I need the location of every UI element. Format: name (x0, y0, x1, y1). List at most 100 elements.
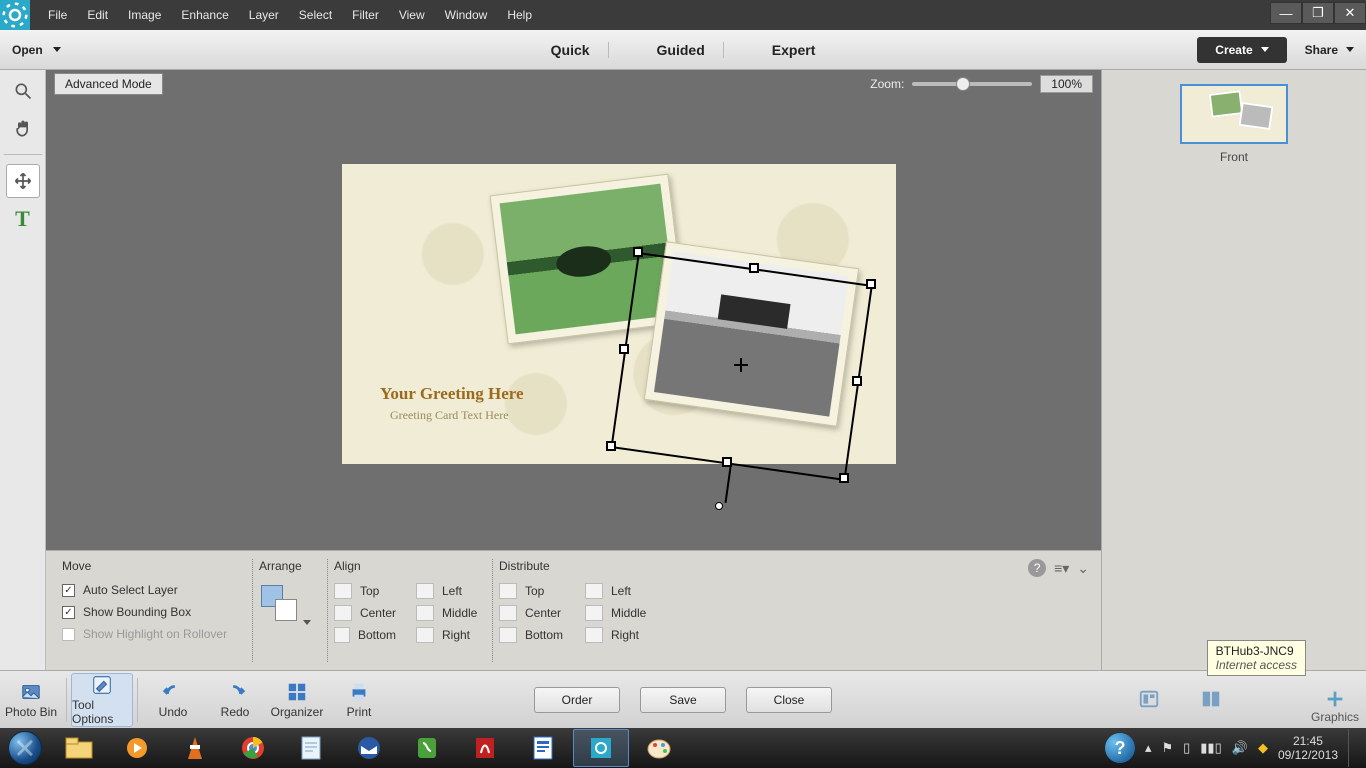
create-label: Create (1215, 43, 1252, 57)
action-bar: Photo Bin Tool Options Undo Redo Organiz… (0, 670, 1366, 728)
menu-select[interactable]: Select (299, 8, 332, 22)
move-tool[interactable] (6, 164, 40, 198)
handle-tr[interactable] (866, 279, 876, 289)
close-doc-button[interactable]: Close (746, 687, 832, 713)
menu-view[interactable]: View (399, 8, 425, 22)
sync-icon[interactable]: ◆ (1258, 740, 1268, 756)
handle-bl[interactable] (606, 441, 616, 451)
rotate-handle[interactable] (715, 502, 723, 510)
align-left[interactable]: Left (416, 583, 478, 599)
page-thumbnail-label: Front (1220, 150, 1248, 164)
menu-enhance[interactable]: Enhance (181, 8, 228, 22)
taskbar-acrobat[interactable] (457, 729, 513, 767)
zoom-value[interactable]: 100% (1040, 75, 1093, 93)
zoom-tool[interactable] (6, 74, 40, 108)
handle-mr[interactable] (852, 376, 862, 386)
handle-tl[interactable] (633, 247, 643, 257)
taskbar-vlc[interactable] (167, 729, 223, 767)
taskbar-chrome[interactable] (225, 729, 281, 767)
align-top[interactable]: Top (334, 583, 396, 599)
create-button[interactable]: Create (1197, 37, 1286, 63)
start-button[interactable] (0, 728, 50, 768)
handle-tm[interactable] (749, 263, 759, 273)
canvas-area: Advanced Mode Zoom: 100% Your Greeting H… (46, 70, 1101, 670)
advanced-mode-button[interactable]: Advanced Mode (54, 73, 163, 95)
menu-layer[interactable]: Layer (249, 8, 279, 22)
save-button[interactable]: Save (640, 687, 726, 713)
help-icon[interactable]: ? (1028, 559, 1046, 577)
align-section-title: Align (334, 559, 396, 573)
clock-date: 09/12/2013 (1278, 748, 1338, 762)
align-center-h[interactable]: Center (334, 605, 396, 621)
distribute-center-h[interactable]: Center (499, 605, 565, 621)
clock[interactable]: 21:45 09/12/2013 (1278, 734, 1338, 763)
order-button[interactable]: Order (534, 687, 620, 713)
zoom-slider-thumb[interactable] (956, 77, 970, 91)
close-button[interactable]: ✕ (1334, 2, 1366, 24)
page-thumbnail-front[interactable] (1180, 84, 1288, 144)
taskbar-evernote[interactable] (399, 729, 455, 767)
menu-window[interactable]: Window (445, 8, 488, 22)
battery-icon[interactable]: ▯ (1183, 740, 1190, 756)
transform-center[interactable] (736, 360, 746, 370)
taskbar-pse[interactable] (573, 729, 629, 767)
clock-time: 21:45 (1278, 734, 1338, 748)
taskbar-thunderbird[interactable] (341, 729, 397, 767)
open-button[interactable]: Open (12, 43, 61, 57)
greeting-subtitle[interactable]: Greeting Card Text Here (390, 408, 509, 423)
distribute-section-title: Distribute (499, 559, 565, 573)
workspace-tabs: Quick Guided Expert (0, 42, 1366, 58)
zoom-slider[interactable] (912, 82, 1032, 86)
title-bar: File Edit Image Enhance Layer Select Fil… (0, 0, 1366, 30)
distribute-bottom[interactable]: Bottom (499, 627, 565, 643)
flag-icon[interactable]: ⚑ (1161, 740, 1173, 756)
wifi-icon[interactable]: ▮▮▯ (1200, 740, 1221, 756)
distribute-right[interactable]: Right (585, 627, 651, 643)
handle-ml[interactable] (619, 344, 629, 354)
align-right[interactable]: Right (416, 627, 478, 643)
hand-tool[interactable] (6, 112, 40, 146)
handle-br[interactable] (839, 473, 849, 483)
tooltip-title: BTHub3-JNC9 (1216, 644, 1297, 658)
separator (3, 154, 43, 156)
align-middle[interactable]: Middle (416, 605, 478, 621)
canvas-stage[interactable]: Your Greeting Here Greeting Card Text He… (46, 98, 1101, 550)
menu-filter[interactable]: Filter (352, 8, 379, 22)
menu-image[interactable]: Image (128, 8, 161, 22)
network-tooltip: BTHub3-JNC9 Internet access (1207, 640, 1306, 676)
taskbar-notepad[interactable] (283, 729, 339, 767)
panel-menu-icon[interactable]: ≡▾ (1054, 560, 1069, 577)
handle-bm[interactable] (722, 457, 732, 467)
show-desktop[interactable] (1348, 729, 1358, 767)
tooltip-subtitle: Internet access (1216, 658, 1297, 672)
minimize-button[interactable]: — (1270, 2, 1302, 24)
auto-select-layer-checkbox[interactable]: ✓Auto Select Layer (62, 583, 238, 597)
text-tool[interactable]: T (6, 202, 40, 236)
arrange-button[interactable] (259, 583, 301, 625)
panel-collapse-icon[interactable]: ⌄ (1077, 560, 1089, 577)
menu-file[interactable]: File (48, 8, 67, 22)
distribute-middle[interactable]: Middle (585, 605, 651, 621)
taskbar-mediaplayer[interactable] (109, 729, 165, 767)
menu-help[interactable]: Help (507, 8, 532, 22)
tab-quick[interactable]: Quick (533, 42, 609, 58)
taskbar-explorer[interactable] (51, 729, 107, 767)
distribute-top[interactable]: Top (499, 583, 565, 599)
taskbar-writer[interactable] (515, 729, 571, 767)
align-bottom[interactable]: Bottom (334, 627, 396, 643)
chevron-down-icon (1261, 47, 1269, 52)
greeting-card[interactable]: Your Greeting Here Greeting Card Text He… (342, 164, 896, 464)
volume-icon[interactable]: 🔊 (1232, 740, 1248, 756)
distribute-left[interactable]: Left (585, 583, 651, 599)
help-orb-icon[interactable]: ? (1105, 733, 1135, 763)
show-bounding-box-checkbox[interactable]: ✓Show Bounding Box (62, 605, 238, 619)
zoom-label: Zoom: (870, 77, 904, 91)
maximize-button[interactable]: ❐ (1302, 2, 1334, 24)
share-button[interactable]: Share (1305, 43, 1354, 57)
taskbar-paint[interactable] (631, 729, 687, 767)
greeting-title[interactable]: Your Greeting Here (380, 384, 524, 404)
menu-edit[interactable]: Edit (87, 8, 108, 22)
tab-expert[interactable]: Expert (754, 42, 834, 58)
tray-expand-icon[interactable]: ▴ (1145, 740, 1152, 756)
tab-guided[interactable]: Guided (639, 42, 724, 58)
